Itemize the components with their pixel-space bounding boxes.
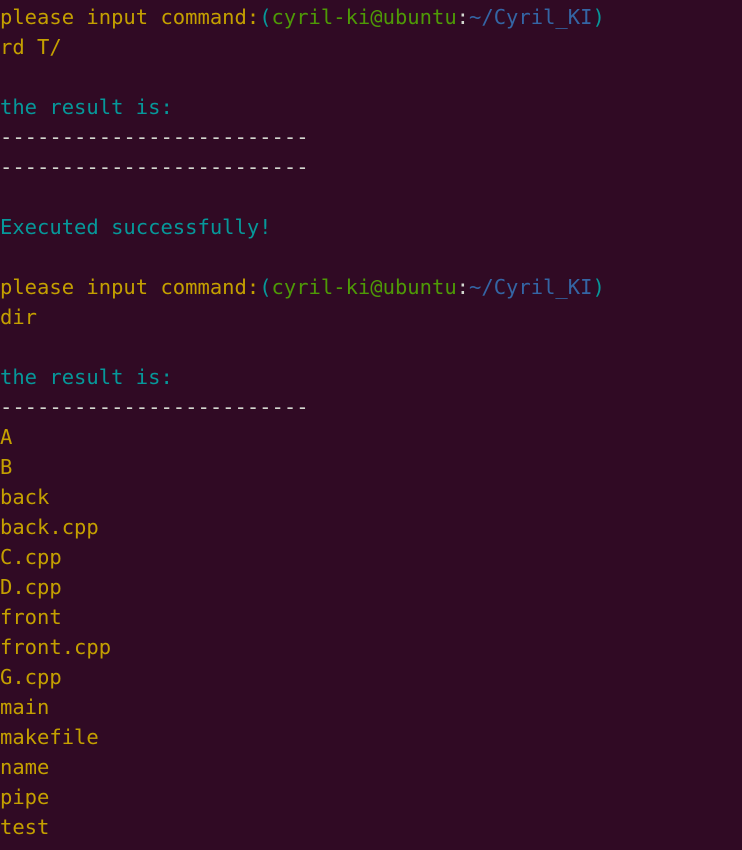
prompt-paren-close: ) <box>592 5 605 29</box>
separator-text: ------------------------- <box>0 395 309 419</box>
prompt-line-0: please input command:(cyril-ki@ubuntu:~/… <box>0 2 742 32</box>
file-entry-7: front.cpp <box>0 632 742 662</box>
file-name: A <box>0 425 13 449</box>
terminal-output-area[interactable]: please input command:(cyril-ki@ubuntu:~/… <box>0 2 742 850</box>
prompt-label: please input command: <box>0 5 260 29</box>
separator-rule-2: ------------------------- <box>0 392 742 422</box>
file-name: G.cpp <box>0 665 62 689</box>
terminal-window[interactable]: please input command:(cyril-ki@ubuntu:~/… <box>0 0 742 850</box>
prompt-user-host: cyril-ki@ubuntu <box>271 5 457 29</box>
prompt-label: please input command: <box>0 275 260 299</box>
file-entry-9: main <box>0 692 742 722</box>
result-message: the result is: <box>0 92 742 122</box>
prompt-colon: : <box>456 5 470 29</box>
file-entry-8: G.cpp <box>0 662 742 692</box>
result-text: Executed successfully! <box>0 215 272 239</box>
prompt-paren-open: ( <box>259 275 272 299</box>
separator-rule-0: ------------------------- <box>0 122 742 152</box>
prompt-user-host: cyril-ki@ubuntu <box>271 275 457 299</box>
file-name: C.cpp <box>0 545 62 569</box>
file-entry-11: name <box>0 752 742 782</box>
file-name: test <box>0 815 50 839</box>
prompt-line-1: please input command:(cyril-ki@ubuntu:~/… <box>0 272 742 302</box>
command-line-0: rd T/ <box>0 32 742 62</box>
prompt-paren-open: ( <box>259 5 272 29</box>
result-text: the result is: <box>0 95 173 119</box>
separator-text: ------------------------- <box>0 155 309 179</box>
separator-text: ------------------------- <box>0 125 309 149</box>
result-message: Executed successfully! <box>0 212 742 242</box>
separator-rule-3: ------------------------- <box>0 842 742 850</box>
separator-rule-1: ------------------------- <box>0 152 742 182</box>
command-line-1: dir <box>0 302 742 332</box>
file-entry-4: C.cpp <box>0 542 742 572</box>
file-entry-13: test <box>0 812 742 842</box>
file-name: makefile <box>0 725 99 749</box>
file-name: name <box>0 755 50 779</box>
prompt-path: ~/Cyril_KI <box>469 5 593 29</box>
prompt-colon: : <box>456 275 470 299</box>
file-entry-6: front <box>0 602 742 632</box>
prompt-path: ~/Cyril_KI <box>469 275 593 299</box>
file-entry-12: pipe <box>0 782 742 812</box>
result-message: the result is: <box>0 362 742 392</box>
command-text: dir <box>0 305 38 329</box>
file-name: main <box>0 695 50 719</box>
file-name: D.cpp <box>0 575 62 599</box>
command-text: rd T/ <box>0 35 62 59</box>
separator-text: ------------------------- <box>0 845 309 850</box>
file-name: back.cpp <box>0 515 99 539</box>
file-name: front.cpp <box>0 635 112 659</box>
prompt-paren-close: ) <box>592 275 605 299</box>
file-entry-0: A <box>0 422 742 452</box>
file-entry-5: D.cpp <box>0 572 742 602</box>
file-entry-1: B <box>0 452 742 482</box>
file-name: back <box>0 485 50 509</box>
file-name: front <box>0 605 62 629</box>
file-name: pipe <box>0 785 50 809</box>
file-entry-3: back.cpp <box>0 512 742 542</box>
file-entry-2: back <box>0 482 742 512</box>
result-text: the result is: <box>0 365 173 389</box>
file-entry-10: makefile <box>0 722 742 752</box>
file-name: B <box>0 455 13 479</box>
